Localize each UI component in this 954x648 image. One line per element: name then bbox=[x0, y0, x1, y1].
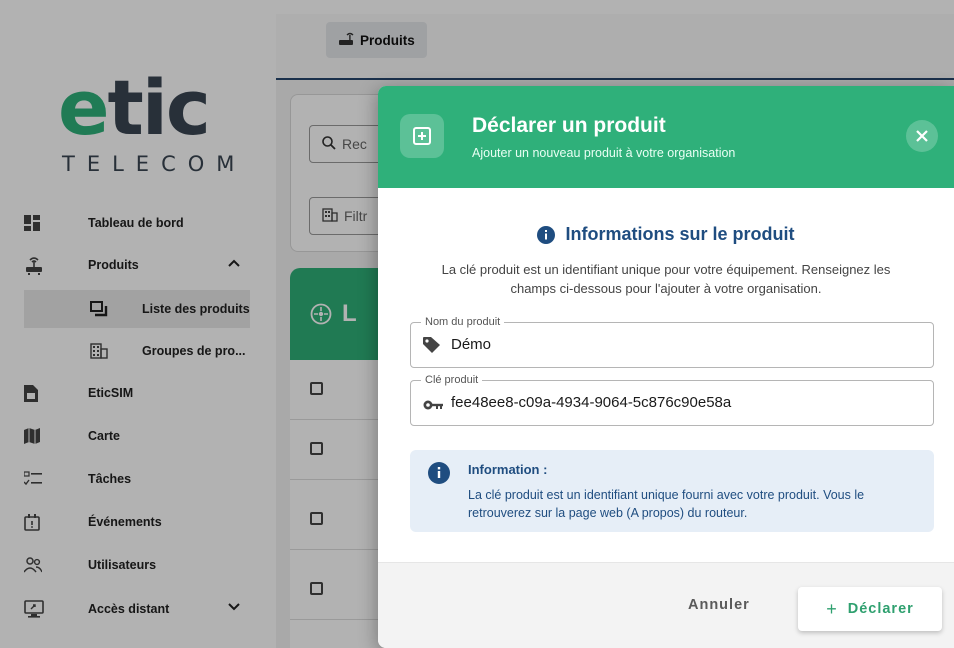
product-key-field[interactable]: Clé produit fee48ee8-c09a-4934-9064-5c87… bbox=[410, 373, 934, 426]
product-name-value: Démo bbox=[451, 336, 492, 353]
alert-title: Information : bbox=[468, 462, 548, 477]
alert-text: La clé produit est un identifiant unique… bbox=[468, 488, 865, 520]
dialog-footer: Annuler + Déclarer bbox=[378, 562, 954, 648]
product-key-value: fee48ee8-c09a-4934-9064-5c876c90e58a bbox=[451, 394, 732, 411]
section-description: La clé produit est un identifiant unique… bbox=[441, 262, 891, 296]
info-icon bbox=[428, 462, 450, 489]
key-icon bbox=[423, 398, 443, 416]
plus-icon: + bbox=[826, 598, 838, 619]
declare-button-label: Déclarer bbox=[847, 601, 914, 617]
declare-product-dialog: Déclarer un produit Ajouter un nouveau p… bbox=[378, 86, 954, 648]
section-title: Informations sur le produit bbox=[378, 224, 954, 245]
tag-icon bbox=[423, 337, 441, 358]
info-icon bbox=[537, 225, 556, 244]
dialog-header: Déclarer un produit Ajouter un nouveau p… bbox=[378, 86, 954, 188]
close-icon bbox=[916, 130, 928, 142]
cancel-button[interactable]: Annuler bbox=[688, 597, 750, 613]
info-alert: Information : La clé produit est un iden… bbox=[410, 450, 934, 532]
product-name-label: Nom du produit bbox=[421, 315, 505, 329]
dialog-subtitle: Ajouter un nouveau produit à votre organ… bbox=[472, 146, 736, 160]
product-key-label: Clé produit bbox=[421, 373, 483, 387]
dialog-title: Déclarer un produit bbox=[472, 114, 666, 137]
add-box-icon bbox=[400, 114, 444, 158]
declare-button[interactable]: + Déclarer bbox=[798, 587, 942, 631]
section-title-text: Informations sur le produit bbox=[565, 224, 795, 244]
close-button[interactable] bbox=[906, 120, 938, 152]
product-name-field[interactable]: Nom du produit Démo bbox=[410, 315, 934, 368]
